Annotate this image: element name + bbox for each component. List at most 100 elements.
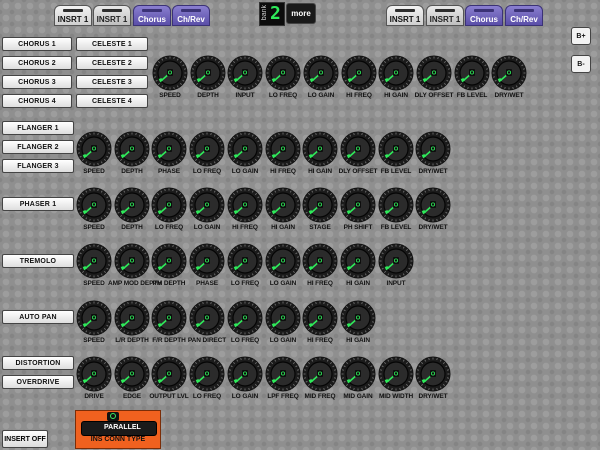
autopan-knob-lo-freq[interactable]: [227, 300, 263, 336]
chorus-knob-hi-freq[interactable]: [341, 55, 377, 91]
phaser-knob-hi-freq[interactable]: [227, 187, 263, 223]
preset-button-flanger-3[interactable]: FLANGER 3: [2, 159, 74, 173]
tab-ch-rev[interactable]: Ch/Rev: [172, 5, 210, 26]
preset-button-celeste-2[interactable]: CELESTE 2: [76, 56, 148, 70]
autopan-knob-lo-gain[interactable]: [265, 300, 301, 336]
knob-dial-icon: [76, 131, 112, 167]
preset-button-celeste-3[interactable]: CELESTE 3: [76, 75, 148, 89]
tab-chorus[interactable]: Chorus: [133, 5, 171, 26]
phaser-knob-dry-wet[interactable]: [415, 187, 451, 223]
distortion-knob-drive[interactable]: [76, 356, 112, 392]
flanger-knob-depth[interactable]: [114, 131, 150, 167]
tremolo-knob-speed[interactable]: [76, 243, 112, 279]
knob-dial-icon: [227, 55, 263, 91]
distortion-knob-lo-gain[interactable]: [227, 356, 263, 392]
flanger-knob-dly-offset[interactable]: [340, 131, 376, 167]
preset-button-flanger-1[interactable]: FLANGER 1: [2, 121, 74, 135]
flanger-knob-hi-freq[interactable]: [265, 131, 301, 167]
knob-dial-icon: [114, 243, 150, 279]
distortion-knob-mid-gain[interactable]: [340, 356, 376, 392]
phaser-knob-ph-shift[interactable]: [340, 187, 376, 223]
chorus-knob-lo-freq[interactable]: [265, 55, 301, 91]
tremolo-knob-amp-mod-depth[interactable]: [114, 243, 150, 279]
autopan-knob-speed[interactable]: [76, 300, 112, 336]
chorus-knob-input[interactable]: [227, 55, 263, 91]
more-button[interactable]: more: [286, 3, 316, 24]
preset-button-chorus-2[interactable]: CHORUS 2: [2, 56, 72, 70]
flanger-knob-fb-level[interactable]: [378, 131, 414, 167]
preset-button-auto-pan[interactable]: AUTO PAN: [2, 310, 74, 324]
distortion-knob-lpf-freq[interactable]: [265, 356, 301, 392]
phaser-knob-stage[interactable]: [302, 187, 338, 223]
distortion-knob-lo-freq[interactable]: [189, 356, 225, 392]
knob-dial-icon: [265, 243, 301, 279]
autopan-knob-hi-freq[interactable]: [302, 300, 338, 336]
preset-button-phaser-1[interactable]: PHASER 1: [2, 197, 74, 211]
tremolo-knob-pm-depth[interactable]: [151, 243, 187, 279]
preset-button-chorus-3[interactable]: CHORUS 3: [2, 75, 72, 89]
autopan-knob-l-r-depth[interactable]: [114, 300, 150, 336]
knob-dial-icon: [189, 187, 225, 223]
distortion-knob-mid-width[interactable]: [378, 356, 414, 392]
flanger-knob-hi-gain[interactable]: [302, 131, 338, 167]
insert-off-button[interactable]: INSERT OFF: [2, 430, 48, 448]
tremolo-knob-phase[interactable]: [189, 243, 225, 279]
chorus-knob-fb-level[interactable]: [454, 55, 490, 91]
tab-insert-1-c[interactable]: INSRT 1: [386, 5, 424, 26]
preset-button-tremolo[interactable]: TREMOLO: [2, 254, 74, 268]
preset-button-overdrive[interactable]: OVERDRIVE: [2, 375, 74, 389]
knob-dial-icon: [114, 356, 150, 392]
autopan-knob-hi-gain[interactable]: [340, 300, 376, 336]
preset-button-celeste-1[interactable]: CELESTE 1: [76, 37, 148, 51]
chorus-knob-depth[interactable]: [190, 55, 226, 91]
knob-dial-icon: [265, 356, 301, 392]
knob-dial-icon: [340, 187, 376, 223]
knob-dial-icon: [415, 187, 451, 223]
phaser-knob-lo-gain[interactable]: [189, 187, 225, 223]
distortion-knob-mid-freq[interactable]: [302, 356, 338, 392]
tremolo-knob-input[interactable]: [378, 243, 414, 279]
flanger-knob-lo-gain[interactable]: [227, 131, 263, 167]
preset-button-distortion[interactable]: DISTORTION: [2, 356, 74, 370]
flanger-knob-speed[interactable]: [76, 131, 112, 167]
ins-conn-type-control[interactable]: PARALLEL INS CONN TYPE: [75, 410, 161, 449]
preset-button-chorus-1[interactable]: CHORUS 1: [2, 37, 72, 51]
distortion-knob-output-lvl[interactable]: [151, 356, 187, 392]
phaser-knob-depth[interactable]: [114, 187, 150, 223]
preset-button-flanger-2[interactable]: FLANGER 2: [2, 140, 74, 154]
tremolo-knob-hi-gain[interactable]: [340, 243, 376, 279]
flanger-knob-phase[interactable]: [151, 131, 187, 167]
autopan-knob-pan-direct[interactable]: [189, 300, 225, 336]
tab-insert-1-b[interactable]: INSRT 1: [93, 5, 131, 26]
tremolo-knob-lo-gain[interactable]: [265, 243, 301, 279]
tab-insert-1-d[interactable]: INSRT 1: [426, 5, 464, 26]
chorus-knob-hi-gain[interactable]: [378, 55, 414, 91]
phaser-knob-hi-gain[interactable]: [265, 187, 301, 223]
tab-insert-1-a[interactable]: INSRT 1: [54, 5, 92, 26]
preset-button-celeste-4[interactable]: CELESTE 4: [76, 94, 148, 108]
knob-dial-icon: [151, 131, 187, 167]
tremolo-knob-hi-freq[interactable]: [302, 243, 338, 279]
flanger-knob-dry-wet[interactable]: [415, 131, 451, 167]
tremolo-knob-lo-freq[interactable]: [227, 243, 263, 279]
chorus-knob-lo-gain[interactable]: [303, 55, 339, 91]
tab-chorus-right[interactable]: Chorus: [465, 5, 503, 26]
phaser-knob-lo-freq[interactable]: [151, 187, 187, 223]
ins-conn-caption: INS CONN TYPE: [90, 436, 146, 443]
chorus-knob-speed[interactable]: [152, 55, 188, 91]
distortion-knob-dry-wet[interactable]: [415, 356, 451, 392]
distortion-knob-edge[interactable]: [114, 356, 150, 392]
bank-down-button[interactable]: B-: [571, 55, 591, 73]
preset-button-chorus-4[interactable]: CHORUS 4: [2, 94, 72, 108]
chorus-knob-dry-wet[interactable]: [491, 55, 527, 91]
chorus-knob-dly-offset[interactable]: [416, 55, 452, 91]
flanger-knob-lo-freq[interactable]: [189, 131, 225, 167]
knob-dial-icon: [340, 131, 376, 167]
autopan-knob-f-r-depth[interactable]: [151, 300, 187, 336]
phaser-knob-fb-level[interactable]: [378, 187, 414, 223]
phaser-knob-speed[interactable]: [76, 187, 112, 223]
bank-up-button[interactable]: B+: [571, 27, 591, 45]
knob-dial-icon: [114, 300, 150, 336]
tab-ch-rev-right[interactable]: Ch/Rev: [505, 5, 543, 26]
flanger-knob-label: DRY/WET: [418, 168, 448, 175]
